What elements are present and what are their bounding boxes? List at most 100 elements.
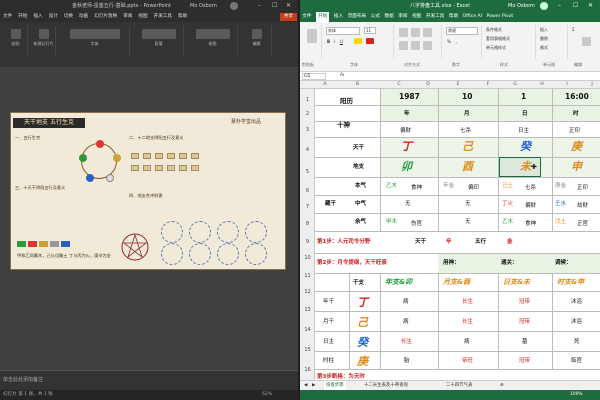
ppt-tab[interactable]: 开发工具 [154,12,172,22]
cell-zq-day-stem[interactable]: 丁火 [502,199,513,207]
excel-tab[interactable]: Power Pivot [487,12,514,22]
cell-zq-hour-stem[interactable]: 壬水 [555,199,566,207]
column-header[interactable]: I [552,81,582,89]
cs-cell[interactable]: 冠带 [519,356,530,364]
column-header[interactable]: D [418,81,438,89]
fx-icon[interactable]: fx [340,73,344,78]
cs-cell[interactable]: 病 [403,317,409,325]
cell-dz-hour[interactable]: 申 [571,158,582,174]
cs-cell[interactable]: 长生 [462,297,473,305]
cs-row-gan[interactable]: 癸 [357,334,368,350]
cell-yq-year-god[interactable]: 伤官 [411,219,422,227]
column-header[interactable]: G [498,81,532,89]
cs-cell[interactable]: 帝旺 [462,356,473,364]
row-header[interactable]: 10 [300,255,315,261]
ppt-share-button[interactable]: 共享 [280,13,297,21]
row-header[interactable]: 13 [300,307,315,313]
excel-avatar[interactable] [540,2,548,10]
ppt-paste-button[interactable]: 粘贴 [4,26,28,56]
cell-zq-hour-god[interactable]: 劫财 [577,201,588,209]
sort-filter-icon[interactable] [582,37,591,46]
cell-pillar-year[interactable]: 年 [404,109,410,117]
excel-tab[interactable]: 审阅 [398,12,407,22]
cell-zq-year[interactable]: 无 [405,199,411,207]
row-header[interactable]: 15 [300,347,315,353]
cell-yq-hour-god[interactable]: 正官 [577,219,588,227]
percent-button[interactable]: % [447,39,451,44]
cs-cell[interactable]: 冠带 [519,317,530,325]
excel-paste-button[interactable] [302,25,322,59]
column-header[interactable]: H [532,81,552,89]
format-cells-button[interactable]: 格式 [540,45,548,51]
cell-yq-hour-stem[interactable]: 戊土 [555,217,566,225]
excel-minimize-icon[interactable]: – [558,0,561,12]
ppt-zoom-level[interactable]: 62% [262,390,272,400]
ppt-tab[interactable]: 插入 [33,12,42,22]
cs-cell[interactable]: 病 [403,297,409,305]
ppt-tab[interactable]: 设计 [49,12,58,22]
cs-cell[interactable]: 死 [574,337,580,345]
head-month-branch[interactable]: 月支&酉 [443,277,470,287]
ppt-tab[interactable]: 审阅 [123,12,132,22]
column-header[interactable]: J [582,81,600,89]
autosum-icon[interactable]: Σ [572,27,575,32]
ppt-paragraph-group[interactable]: 段落 [134,26,184,56]
row-header[interactable]: 9 [300,239,315,245]
excel-tab-home[interactable]: 开始 [316,12,330,22]
cell-tg-hour[interactable]: 庚 [571,138,582,154]
column-header[interactable]: A [315,81,335,89]
cell-bq-month-stem[interactable]: 辛金 [443,181,454,189]
cs-cell[interactable]: 长生 [462,317,473,325]
cell-tg-day[interactable]: 癸 [520,138,531,154]
cell-bq-year-god[interactable]: 食神 [411,183,422,191]
align-middle-icon[interactable] [411,28,420,37]
head-year-branch[interactable]: 年支&卯 [385,277,412,287]
cell-shishen-year[interactable]: 偏财 [400,126,411,134]
cs-cell[interactable]: 胎 [404,356,410,364]
excel-tab[interactable]: 视图 [412,12,421,22]
cell-month[interactable]: 10 [462,92,472,101]
row-header[interactable]: 16 [300,367,315,373]
cell-zq-month[interactable]: 无 [465,199,471,207]
cs-cell[interactable]: 沐浴 [571,297,582,305]
worksheet-grid[interactable]: 阳历 1987 10 1 16:00 年 月 日 时 十神 天干 偏财 七杀 日… [315,89,600,380]
excel-tab[interactable]: 文件 [302,12,311,22]
cell-zq-day-god[interactable]: 偏财 [525,201,536,209]
excel-tab[interactable]: 开发工具 [426,12,444,22]
excel-tab[interactable]: 插入 [334,12,343,22]
row-header[interactable]: 4 [300,147,315,153]
comma-button[interactable]: , [456,39,457,44]
ppt-user-name[interactable]: Mo Osborn [190,0,217,12]
cell-yq-month[interactable]: 无 [465,217,471,225]
delete-cells-button[interactable]: 删除 [540,36,548,42]
ppt-close-icon[interactable]: ✕ [286,0,291,12]
head-hour-branch[interactable]: 时支&申 [557,277,584,287]
align-left-icon[interactable] [399,41,408,50]
row-header[interactable]: 12 [300,289,315,295]
row-header[interactable]: 11 [300,273,315,279]
cell-bq-month-god[interactable]: 偏印 [468,183,479,191]
excel-maximize-icon[interactable]: ☐ [573,0,578,12]
cell-shishen-day[interactable]: 日主 [518,126,529,134]
cell-bq-hour-god[interactable]: 正印 [577,183,588,191]
bold-button[interactable]: B [327,39,330,44]
insert-cells-button[interactable]: 插入 [540,27,548,33]
cell-dz-year[interactable]: 卯 [401,158,412,174]
cell-bq-day-stem[interactable]: 己土 [502,181,513,189]
ppt-tab[interactable]: 幻灯片放映 [94,12,117,22]
row-header[interactable]: 6 [300,188,315,194]
ppt-new-slide-button[interactable]: 新建幻灯片 [32,26,56,56]
ppt-maximize-icon[interactable]: ☐ [272,0,277,12]
ppt-tab[interactable]: 切换 [64,12,73,22]
cs-row-gan[interactable]: 庚 [357,353,368,369]
ppt-tab[interactable]: 视图 [138,12,147,22]
align-top-icon[interactable] [399,28,408,37]
row-header[interactable]: 2 [300,111,315,117]
cell-yq-year-stem[interactable]: 甲木 [386,217,397,225]
format-as-table-button[interactable]: 套用表格格式 [486,36,510,42]
align-center-icon[interactable] [411,41,420,50]
excel-tab[interactable]: Office AI [463,12,482,22]
cell-tg-year[interactable]: 丁 [401,138,412,154]
cell-yq-day-god[interactable]: 食神 [525,219,536,227]
ppt-drawing-group[interactable]: 绘图 [188,26,238,56]
